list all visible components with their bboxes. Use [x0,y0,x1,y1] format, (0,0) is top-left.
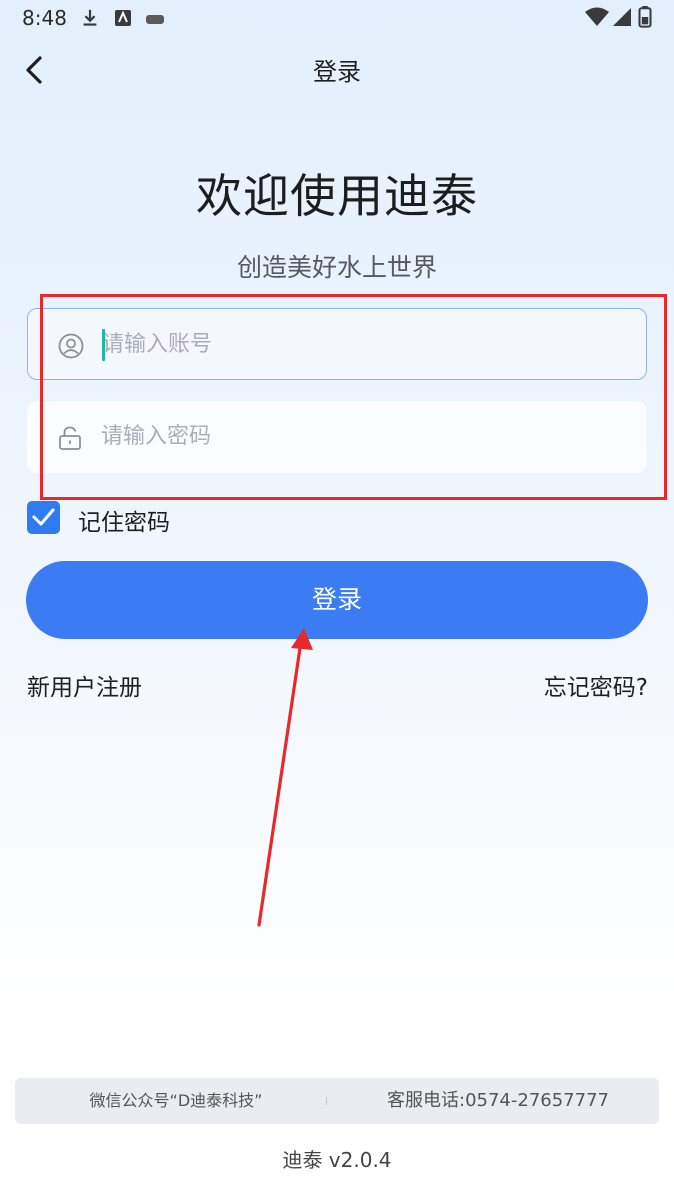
user-icon [58,333,84,359]
service-hotline[interactable]: 客服电话:0574-27657777 [337,1078,659,1124]
slogan: 创造美好水上世界 [236,253,437,282]
register-link[interactable]: 新用户注册 [27,668,142,702]
account-input[interactable] [102,323,622,365]
page-title: 登录 [313,58,361,86]
forgot-password-link[interactable]: 忘记密码? [544,668,648,702]
wechat-account: 微信公众号“D迪泰科技” [89,1091,263,1110]
check-icon [32,508,55,526]
wifi-icon [585,7,609,26]
text-caret [102,329,105,361]
account-field[interactable] [27,308,647,380]
footer-info-bar: 微信公众号“D迪泰科技” 客服电话:0574-27657777 [15,1078,659,1124]
remember-label: 记住密码 [78,510,170,536]
download-icon [83,9,97,26]
battery-icon [638,6,652,28]
lock-icon [59,426,81,450]
remember-checkbox[interactable] [27,501,60,534]
password-field[interactable] [27,401,647,473]
app-icon [115,10,131,26]
app-version: 迪泰 v2.0.4 [282,1148,392,1172]
signal-icon [613,8,631,26]
footer-divider [326,1097,327,1105]
status-time: 8:48 [22,6,67,30]
notification-icon [146,15,164,24]
password-input[interactable] [101,415,621,457]
login-button[interactable]: 登录 [26,561,648,639]
welcome-title: 欢迎使用迪泰 [196,169,478,223]
